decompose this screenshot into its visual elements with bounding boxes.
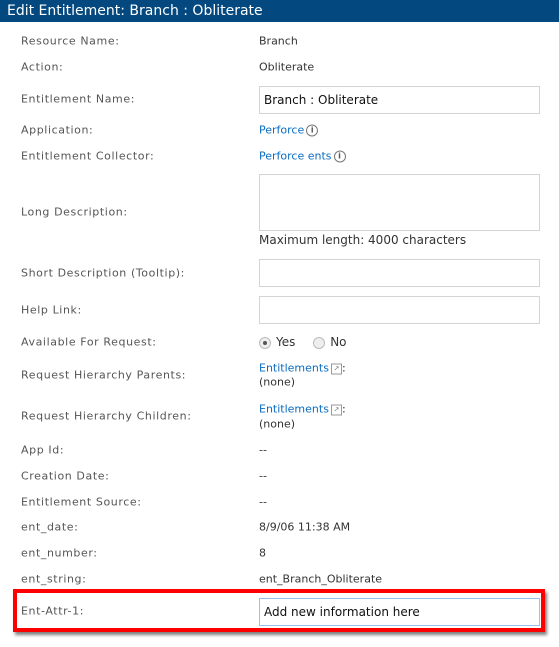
source-value: -- bbox=[259, 495, 267, 509]
colon: : bbox=[341, 402, 346, 416]
short-description-input[interactable] bbox=[259, 259, 540, 287]
parents-entitlements-link[interactable]: Entitlements bbox=[259, 362, 329, 375]
entitlement-name-label: Entitlement Name: bbox=[21, 92, 136, 106]
ent-date-label: ent_date: bbox=[21, 520, 79, 534]
children-label: Request Hierarchy Children: bbox=[21, 409, 192, 423]
no-radio[interactable] bbox=[313, 336, 326, 349]
ent-attr-1-input[interactable] bbox=[259, 598, 540, 626]
available-radio-group: Yes No bbox=[259, 335, 347, 349]
info-icon[interactable]: i bbox=[333, 150, 346, 163]
collector-link[interactable]: Perforce ents bbox=[259, 150, 332, 163]
creation-date-label: Creation Date: bbox=[21, 469, 110, 483]
ent-string-label: ent_string: bbox=[21, 572, 87, 586]
app-id-label: App Id: bbox=[21, 443, 65, 457]
action-value: Obliterate bbox=[259, 60, 315, 74]
parents-links: Entitlements ↗: bbox=[259, 362, 346, 375]
resource-name-value: Branch bbox=[259, 34, 298, 48]
available-label: Available For Request: bbox=[21, 335, 157, 349]
children-links: Entitlements ↗: bbox=[259, 403, 346, 416]
long-description-textarea[interactable] bbox=[259, 174, 540, 231]
parents-value: (none) bbox=[259, 375, 296, 389]
yes-radio[interactable] bbox=[259, 336, 271, 349]
parents-label: Request Hierarchy Parents: bbox=[21, 368, 187, 382]
long-description-hint: Maximum length: 4000 characters bbox=[259, 233, 467, 247]
colon: : bbox=[341, 361, 346, 375]
ent-number-label: ent_number: bbox=[21, 546, 98, 560]
help-link-input[interactable] bbox=[259, 296, 540, 324]
ent-date-value: 8/9/06 11:38 AM bbox=[259, 520, 351, 534]
help-link-label: Help Link: bbox=[21, 303, 82, 317]
resource-name-label: Resource Name: bbox=[21, 34, 120, 48]
ent-number-value: 8 bbox=[259, 546, 266, 560]
short-description-label: Short Description (Tooltip): bbox=[21, 266, 185, 280]
children-entitlements-link[interactable]: Entitlements bbox=[259, 403, 329, 416]
external-link-icon[interactable]: ↗ bbox=[330, 363, 342, 374]
entitlement-name-input[interactable] bbox=[259, 86, 540, 114]
no-label: No bbox=[330, 335, 347, 349]
app-id-value: -- bbox=[259, 443, 267, 457]
collector-value: Perforce ents i bbox=[259, 150, 346, 163]
info-icon[interactable]: i bbox=[306, 124, 319, 137]
external-link-icon[interactable]: ↗ bbox=[330, 404, 342, 415]
long-description-label: Long Description: bbox=[21, 205, 128, 219]
source-label: Entitlement Source: bbox=[21, 495, 142, 509]
children-value: (none) bbox=[259, 417, 296, 431]
application-label: Application: bbox=[21, 123, 94, 137]
collector-label: Entitlement Collector: bbox=[21, 149, 155, 163]
application-link[interactable]: Perforce bbox=[259, 124, 304, 137]
page-title: Edit Entitlement: Branch : Obliterate bbox=[0, 0, 559, 22]
ent-string-value: ent_Branch_Obliterate bbox=[259, 572, 383, 586]
action-label: Action: bbox=[21, 60, 64, 74]
ent-attr-1-label: Ent-Attr-1: bbox=[21, 604, 85, 618]
yes-label: Yes bbox=[276, 335, 296, 349]
creation-date-value: -- bbox=[259, 469, 267, 483]
application-value: Perforce i bbox=[259, 124, 319, 137]
